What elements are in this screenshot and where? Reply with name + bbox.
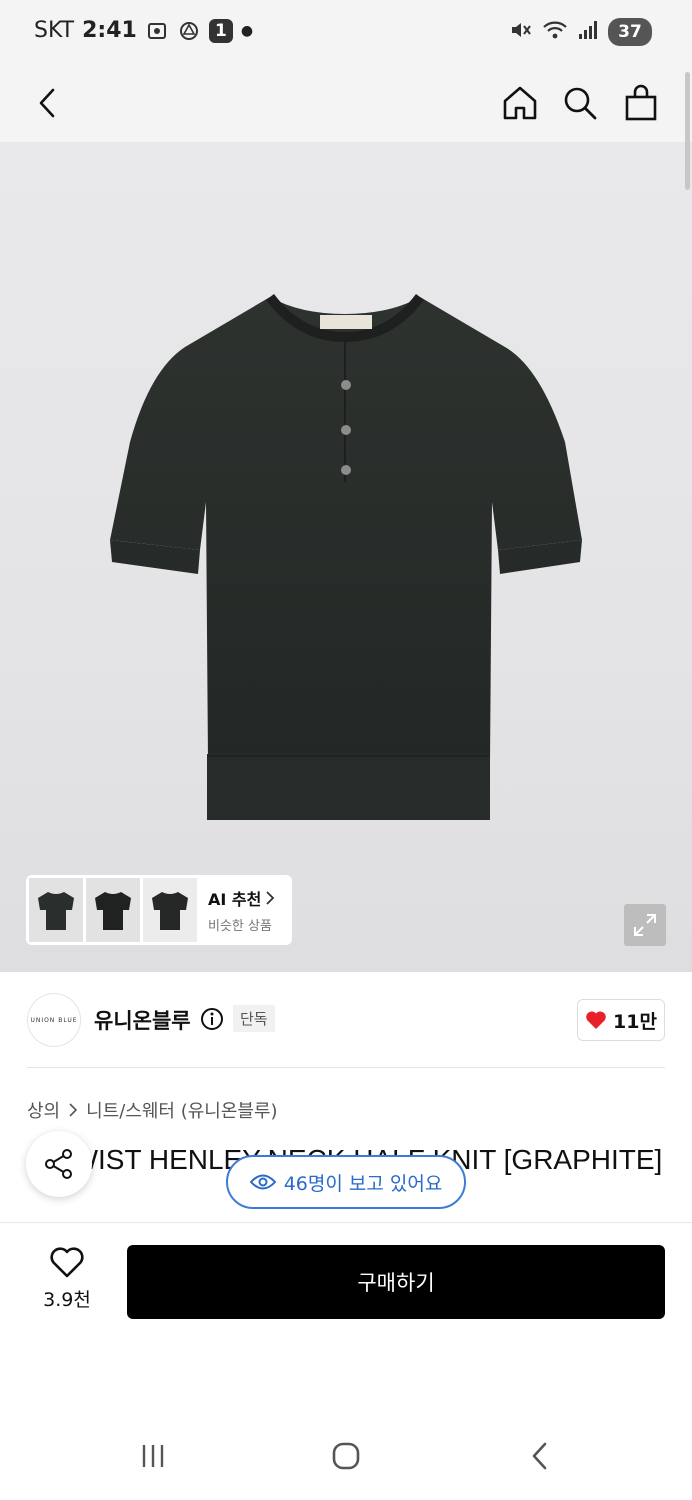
brand-like-count: 11만 bbox=[613, 1010, 657, 1033]
dot-icon: ● bbox=[240, 22, 254, 39]
recent-apps-button[interactable] bbox=[131, 1434, 175, 1478]
breadcrumb-category[interactable]: 상의 bbox=[27, 1097, 60, 1123]
shopping-bag-icon bbox=[625, 84, 657, 121]
info-icon bbox=[201, 1008, 223, 1030]
wishlist-button[interactable]: 3.9천 bbox=[30, 1247, 104, 1312]
clock: 2:41 bbox=[82, 18, 137, 43]
heart-outline-icon bbox=[50, 1247, 84, 1278]
home-button[interactable] bbox=[495, 78, 545, 128]
back-button[interactable] bbox=[22, 78, 72, 128]
similar-thumbnail[interactable] bbox=[143, 878, 197, 942]
status-left: SKT 2:41 1 ● bbox=[34, 18, 253, 43]
wishlist-count: 3.9천 bbox=[43, 1289, 91, 1311]
brand-logo[interactable]: UNION BLUE bbox=[27, 993, 81, 1047]
notification-badge: 1 bbox=[208, 18, 233, 43]
status-bar: SKT 2:41 1 ● 37 bbox=[0, 0, 692, 66]
similar-thumbnail[interactable] bbox=[86, 878, 140, 942]
product-image[interactable] bbox=[0, 142, 692, 972]
expand-image-button[interactable] bbox=[624, 904, 666, 946]
carrier-label: SKT bbox=[34, 18, 75, 43]
cart-button[interactable] bbox=[616, 78, 666, 128]
brand-like-button[interactable]: 11만 bbox=[577, 999, 665, 1041]
chevron-left-icon bbox=[39, 88, 55, 118]
back-system-button[interactable] bbox=[518, 1434, 562, 1478]
signal-icon bbox=[578, 19, 598, 45]
viewers-pill: 46명이 보고 있어요 bbox=[226, 1155, 466, 1209]
ai-recommend-panel[interactable]: AI 추천 비슷한 상품 bbox=[26, 875, 292, 945]
settings-icon bbox=[177, 19, 201, 43]
status-right: 37 bbox=[508, 18, 652, 46]
back-icon bbox=[532, 1442, 547, 1470]
wifi-icon bbox=[542, 18, 568, 46]
recent-apps-icon bbox=[142, 1445, 164, 1467]
home-circle-icon bbox=[332, 1442, 360, 1470]
brand-info-button[interactable] bbox=[200, 1007, 224, 1031]
ai-recommend-text[interactable]: AI 추천 비슷한 상품 bbox=[200, 886, 275, 934]
ai-recommend-subtitle: 비슷한 상품 bbox=[208, 919, 272, 934]
home-system-button[interactable] bbox=[324, 1434, 368, 1478]
battery-indicator: 37 bbox=[608, 18, 652, 46]
chevron-right-icon bbox=[266, 891, 275, 905]
viewers-text: 46명이 보고 있어요 bbox=[283, 1172, 443, 1195]
divider bbox=[27, 1067, 665, 1068]
home-icon bbox=[503, 86, 537, 120]
scroll-indicator[interactable] bbox=[685, 72, 690, 190]
system-nav-bar bbox=[0, 1410, 692, 1500]
heart-filled-icon bbox=[586, 1011, 606, 1029]
exclusive-tag: 단독 bbox=[233, 1005, 275, 1032]
knit-shirt-image bbox=[110, 293, 582, 820]
expand-icon bbox=[634, 914, 656, 936]
screenshot-icon bbox=[145, 19, 169, 43]
bottom-bar: 3.9천 구매하기 bbox=[0, 1222, 692, 1342]
breadcrumb: 상의 니트/스웨터 (유니온블루) bbox=[27, 1097, 278, 1123]
search-icon bbox=[564, 87, 597, 120]
brand-name[interactable]: 유니온블루 bbox=[94, 1005, 191, 1035]
eye-icon bbox=[249, 1174, 276, 1190]
breadcrumb-subcategory[interactable]: 니트/스웨터 (유니온블루) bbox=[86, 1097, 277, 1123]
buy-button[interactable]: 구매하기 bbox=[127, 1245, 665, 1319]
search-button[interactable] bbox=[555, 78, 605, 128]
share-button[interactable] bbox=[26, 1131, 92, 1197]
chevron-right-icon bbox=[69, 1103, 78, 1117]
brand-row: UNION BLUE 유니온블루 단독 11만 bbox=[0, 972, 692, 1068]
similar-thumbnail[interactable] bbox=[29, 878, 83, 942]
ai-recommend-title: AI 추천 bbox=[208, 890, 262, 909]
share-icon bbox=[45, 1149, 72, 1179]
mute-icon bbox=[508, 18, 532, 46]
top-nav bbox=[0, 66, 692, 142]
